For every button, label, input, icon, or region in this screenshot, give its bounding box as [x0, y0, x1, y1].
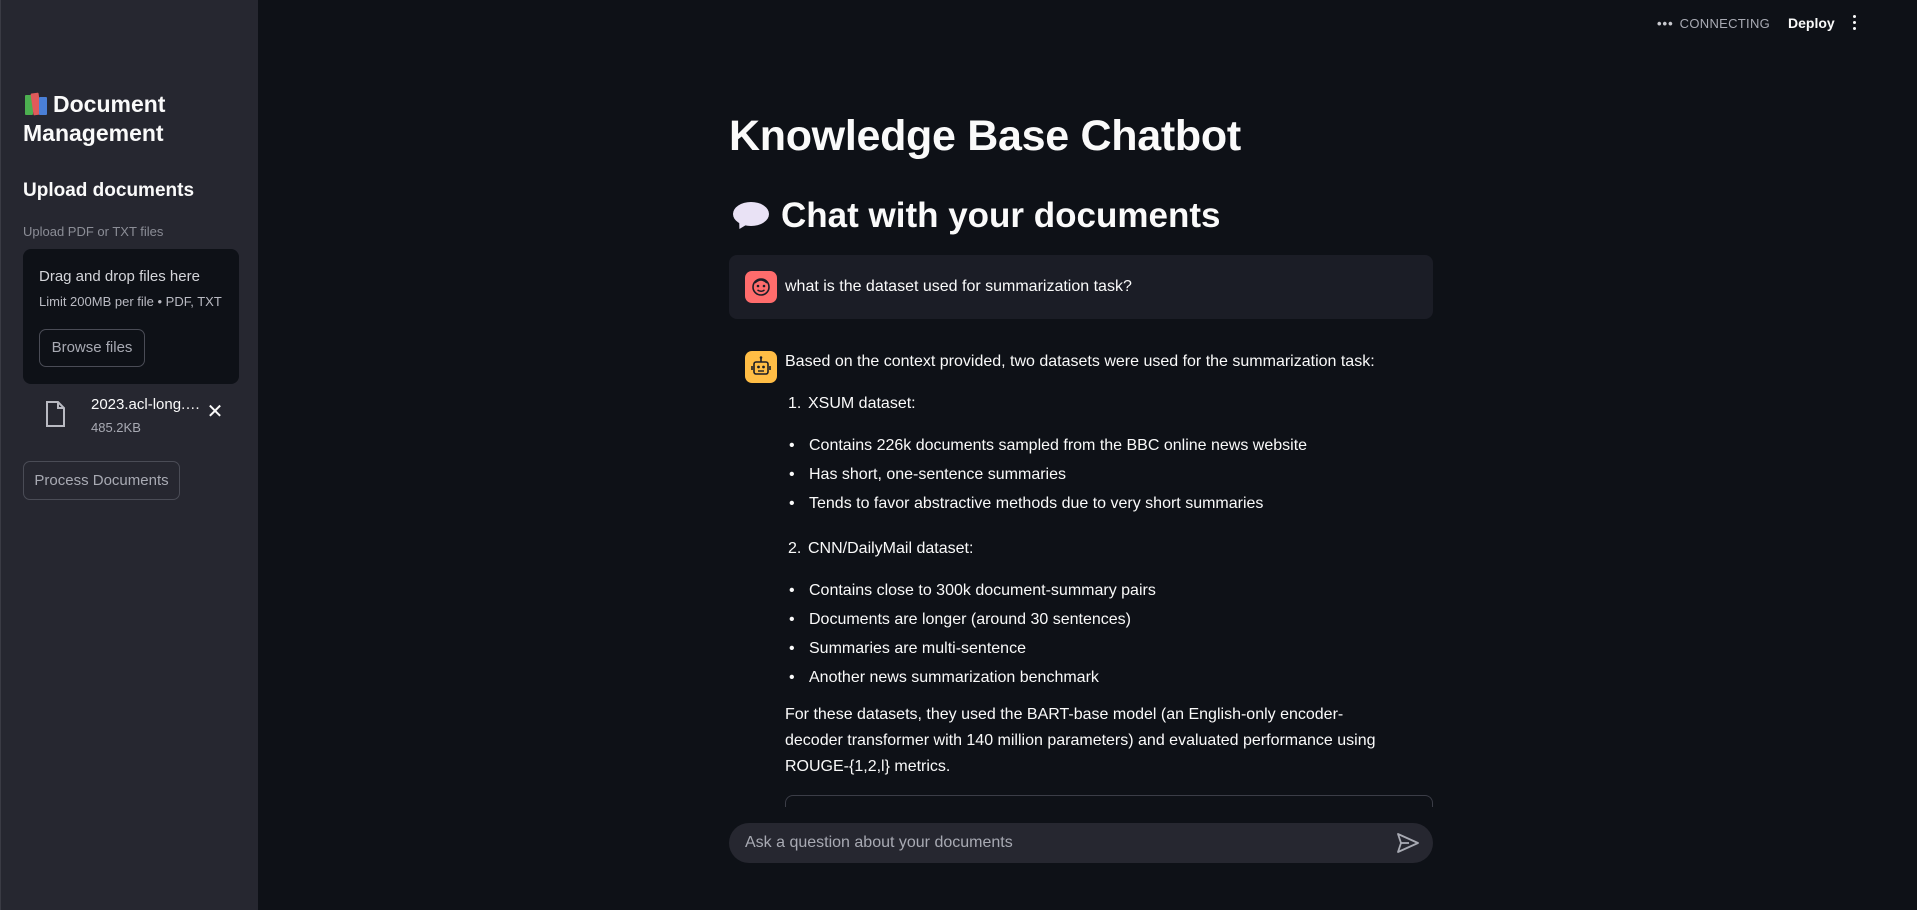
- list-item: Summaries are multi-sentence: [785, 639, 1156, 668]
- deploy-button[interactable]: Deploy: [1788, 15, 1835, 31]
- user-message: what is the dataset used for summarizati…: [729, 255, 1433, 319]
- expander[interactable]: [785, 795, 1433, 807]
- list-item: Documents are longer (around 30 sentence…: [785, 610, 1156, 639]
- dataset-number: 1.: [788, 395, 802, 412]
- running-dots-icon: •••: [1657, 16, 1674, 31]
- chat-subtitle: Chat with your documents: [733, 196, 1220, 236]
- assistant-avatar-icon: [745, 351, 777, 383]
- list-item: Has short, one-sentence summaries: [785, 465, 1307, 494]
- list-item: Another news summarization benchmark: [785, 668, 1156, 697]
- user-avatar-icon: [745, 271, 777, 303]
- page-title: Knowledge Base Chatbot: [729, 112, 1241, 160]
- assistant-closing: For these datasets, they used the BART-b…: [785, 706, 1376, 775]
- file-dropzone[interactable]: Drag and drop files here Limit 200MB per…: [23, 249, 239, 384]
- file-name: 2023.acl-long.…: [91, 396, 201, 413]
- dataset-name: CNN/DailyMail dataset:: [808, 540, 974, 557]
- user-message-text: what is the dataset used for summarizati…: [785, 278, 1132, 295]
- chat-subtitle-text: Chat with your documents: [781, 196, 1221, 235]
- sidebar: Document Management Upload documents Upl…: [0, 0, 258, 910]
- main-menu-icon[interactable]: [1849, 14, 1859, 34]
- process-documents-button[interactable]: Process Documents: [23, 461, 180, 500]
- assistant-intro: Based on the context provided, two datas…: [785, 353, 1375, 370]
- dropzone-limit: Limit 200MB per file • PDF, TXT: [39, 294, 222, 309]
- dataset-name: XSUM dataset:: [808, 395, 916, 412]
- top-bar: ••• CONNECTING Deploy: [1657, 0, 1917, 48]
- file-icon: [46, 401, 65, 427]
- send-icon[interactable]: [1397, 833, 1419, 853]
- sidebar-title: Document Management: [23, 90, 243, 148]
- status-text: CONNECTING: [1679, 16, 1771, 31]
- connection-status: ••• CONNECTING: [1657, 16, 1770, 31]
- remove-file-close-icon[interactable]: ✕: [203, 400, 227, 424]
- browse-files-button[interactable]: Browse files: [39, 329, 145, 367]
- file-size: 485.2KB: [91, 420, 141, 435]
- speech-bubble-icon: [733, 200, 769, 232]
- dataset-heading: 2. CNN/DailyMail dataset:: [788, 539, 973, 559]
- dataset-number: 2.: [788, 540, 802, 557]
- list-item: Contains close to 300k document-summary …: [785, 581, 1156, 610]
- upload-heading: Upload documents: [23, 180, 195, 201]
- dataset-heading: 1. XSUM dataset:: [788, 394, 916, 414]
- dropzone-text: Drag and drop files here: [39, 268, 200, 285]
- upload-label: Upload PDF or TXT files: [23, 224, 164, 239]
- chat-input[interactable]: [745, 823, 1385, 863]
- dataset-points: Contains 226k documents sampled from the…: [785, 436, 1307, 523]
- chat-input-container: [729, 823, 1433, 863]
- list-item: Tends to favor abstractive methods due t…: [785, 494, 1307, 523]
- uploaded-file: 2023.acl-long.… 485.2KB ✕: [23, 392, 239, 442]
- dataset-points: Contains close to 300k document-summary …: [785, 581, 1156, 697]
- books-icon: [23, 91, 49, 116]
- list-item: Contains 226k documents sampled from the…: [785, 436, 1307, 465]
